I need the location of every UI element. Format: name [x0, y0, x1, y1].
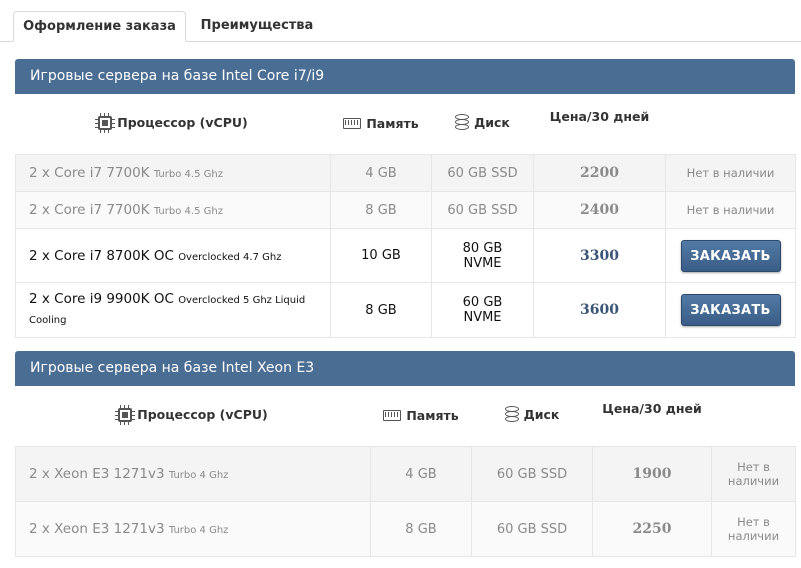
column-header-disk: Диск [431, 94, 534, 155]
status-out-of-stock: Нет в наличии [711, 501, 796, 557]
table-row: 2 x Core i7 7700K Turbo 4.5 Ghz 4 GB 60 … [15, 154, 796, 192]
table-row: 2 x Core i7 8700K OC Overclocked 4.7 Ghz… [15, 228, 796, 283]
column-header-price: Цена/30 дней [592, 386, 712, 447]
disk-cell: 80 GB NVME [431, 228, 534, 283]
tab-order[interactable]: Оформление заказа [13, 11, 186, 42]
status-out-of-stock: Нет в наличии [665, 191, 796, 229]
disk-cell: 60 GB SSD [431, 191, 534, 229]
table-row: 2 x Core i9 9900K OC Overclocked 5 Ghz L… [15, 282, 796, 338]
disk-cell: 60 GB SSD [471, 501, 593, 557]
table-row: 2 x Xeon E3 1271v3 Turbo 4 Ghz 8 GB 60 G… [15, 501, 796, 557]
cpu-chip-icon [115, 404, 136, 425]
column-header-memory: Память [330, 94, 432, 155]
order-cell: ЗАКАЗАТЬ [665, 282, 796, 338]
column-header-price: Цена/30 дней [533, 94, 666, 155]
tab-advantages[interactable]: Преимущества [192, 11, 322, 41]
section-xeon-e3: Игровые сервера на базе Intel Xeon E3 Пр… [15, 351, 796, 557]
memory-cell: 4 GB [330, 154, 432, 192]
column-header-disk: Диск [471, 386, 593, 447]
section-core-i7-i9: Игровые сервера на базе Intel Core i7/i9… [15, 59, 796, 338]
memory-module-icon [343, 118, 362, 129]
table-row: 2 x Xeon E3 1271v3 Turbo 4 Ghz 4 GB 60 G… [15, 446, 796, 502]
cpu-cell: 2 x Xeon E3 1271v3 Turbo 4 Ghz [15, 446, 371, 502]
cpu-cell: 2 x Core i7 7700K Turbo 4.5 Ghz [15, 191, 331, 229]
cpu-cell: 2 x Core i7 7700K Turbo 4.5 Ghz [15, 154, 331, 192]
price-cell: 2400 [533, 191, 666, 229]
database-disk-icon [455, 114, 470, 131]
cpu-cell: 2 x Core i9 9900K OC Overclocked 5 Ghz L… [15, 282, 331, 338]
price-cell: 3600 [533, 282, 666, 338]
status-out-of-stock: Нет в наличии [711, 446, 796, 502]
database-disk-icon [504, 406, 519, 423]
column-header-cpu: Процессор (vCPU) [15, 386, 371, 447]
column-header-memory: Память [370, 386, 472, 447]
price-cell: 2200 [533, 154, 666, 192]
server-table: Процессор (vCPU) Память Диск Цена/30 дне… [15, 94, 796, 338]
order-cell: ЗАКАЗАТЬ [665, 228, 796, 283]
cpu-cell: 2 x Xeon E3 1271v3 Turbo 4 Ghz [15, 501, 371, 557]
cpu-chip-icon [95, 112, 116, 133]
status-out-of-stock: Нет в наличии [665, 154, 796, 192]
order-button[interactable]: ЗАКАЗАТЬ [680, 239, 781, 272]
price-cell: 2250 [592, 501, 712, 557]
table-header-row: Процессор (vCPU) Память Диск Цена/30 дне… [15, 94, 796, 155]
price-cell: 1900 [592, 446, 712, 502]
table-row: 2 x Core i7 7700K Turbo 4.5 Ghz 8 GB 60 … [15, 191, 796, 229]
table-header-row: Процессор (vCPU) Память Диск Цена/30 дне… [15, 386, 796, 447]
disk-cell: 60 GB SSD [471, 446, 593, 502]
memory-cell: 8 GB [330, 191, 432, 229]
memory-cell: 4 GB [370, 446, 472, 502]
cpu-cell: 2 x Core i7 8700K OC Overclocked 4.7 Ghz [15, 228, 331, 283]
disk-cell: 60 GB SSD [431, 154, 534, 192]
server-table: Процессор (vCPU) Память Диск Цена/30 дне… [15, 386, 796, 557]
disk-cell: 60 GB NVME [431, 282, 534, 338]
memory-module-icon [383, 410, 402, 421]
section-title: Игровые сервера на базе Intel Core i7/i9 [15, 59, 795, 94]
memory-cell: 8 GB [370, 501, 472, 557]
memory-cell: 10 GB [330, 228, 432, 283]
price-cell: 3300 [533, 228, 666, 283]
section-title: Игровые сервера на базе Intel Xeon E3 [15, 351, 795, 386]
memory-cell: 8 GB [330, 282, 432, 338]
tab-bar: Оформление заказа Преимущества [0, 0, 801, 42]
column-header-cpu: Процессор (vCPU) [15, 94, 331, 155]
order-button[interactable]: ЗАКАЗАТЬ [680, 294, 781, 326]
